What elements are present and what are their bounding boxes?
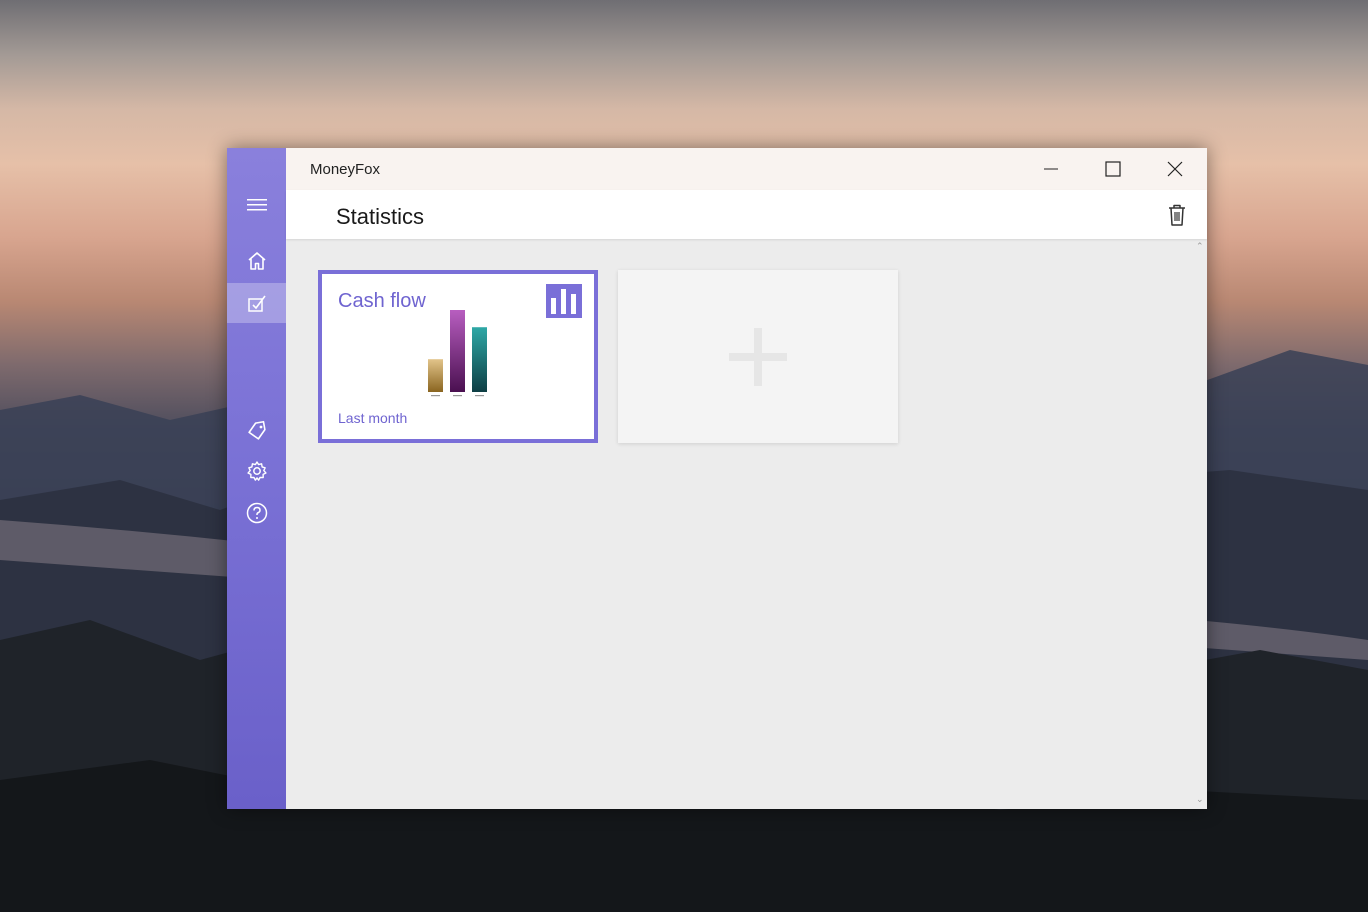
chart-tick-label	[475, 395, 484, 397]
nav-item-home[interactable]	[227, 241, 286, 281]
minimize-button[interactable]	[1020, 148, 1082, 190]
maximize-button[interactable]	[1082, 148, 1144, 190]
chart-bar	[450, 310, 465, 392]
chart-tick-label	[431, 395, 440, 397]
cash-flow-mini-chart	[428, 310, 487, 397]
chart-tick-label	[453, 395, 462, 397]
page-header: Statistics	[286, 190, 1207, 239]
tag-icon	[247, 420, 266, 440]
app-window: MoneyFox Statistics Cash flow Last month…	[227, 148, 1207, 809]
chart-bar	[428, 359, 443, 392]
help-icon	[246, 502, 267, 524]
close-button[interactable]	[1144, 148, 1206, 190]
tile-title: Cash flow	[338, 290, 426, 312]
nav-item-settings[interactable]	[227, 451, 286, 491]
title-bar: MoneyFox	[286, 148, 1207, 190]
hamburger-menu-icon	[246, 199, 267, 211]
nav-item-statistics[interactable]	[227, 283, 286, 323]
statistics-icon	[247, 295, 266, 312]
tile-subtitle: Last month	[338, 410, 408, 426]
nav-item-categories[interactable]	[227, 410, 286, 450]
delete-button[interactable]	[1165, 202, 1189, 228]
content-area: MoneyFox Statistics Cash flow Last month…	[286, 148, 1207, 809]
home-icon	[247, 252, 266, 270]
trash-icon	[1169, 204, 1185, 226]
maximize-icon	[1105, 161, 1121, 177]
app-title: MoneyFox	[310, 161, 381, 178]
page-title: Statistics	[336, 204, 425, 229]
plus-icon	[729, 327, 787, 386]
vertical-scrollbar[interactable]: ⌃ ⌄	[1193, 239, 1207, 809]
minimize-icon	[1044, 168, 1058, 170]
scroll-up-icon[interactable]: ⌃	[1196, 241, 1204, 252]
add-statistic-tile[interactable]	[618, 270, 898, 443]
hamburger-menu-button[interactable]	[227, 185, 286, 225]
gear-icon	[246, 461, 267, 481]
close-icon	[1167, 161, 1183, 177]
chart-bar	[472, 327, 487, 392]
navigation-pane	[227, 148, 286, 809]
nav-item-help[interactable]	[227, 493, 286, 533]
scroll-down-icon[interactable]: ⌄	[1196, 794, 1204, 805]
cash-flow-tile[interactable]: Cash flow Last month	[318, 270, 598, 443]
bar-chart-icon	[546, 284, 582, 318]
